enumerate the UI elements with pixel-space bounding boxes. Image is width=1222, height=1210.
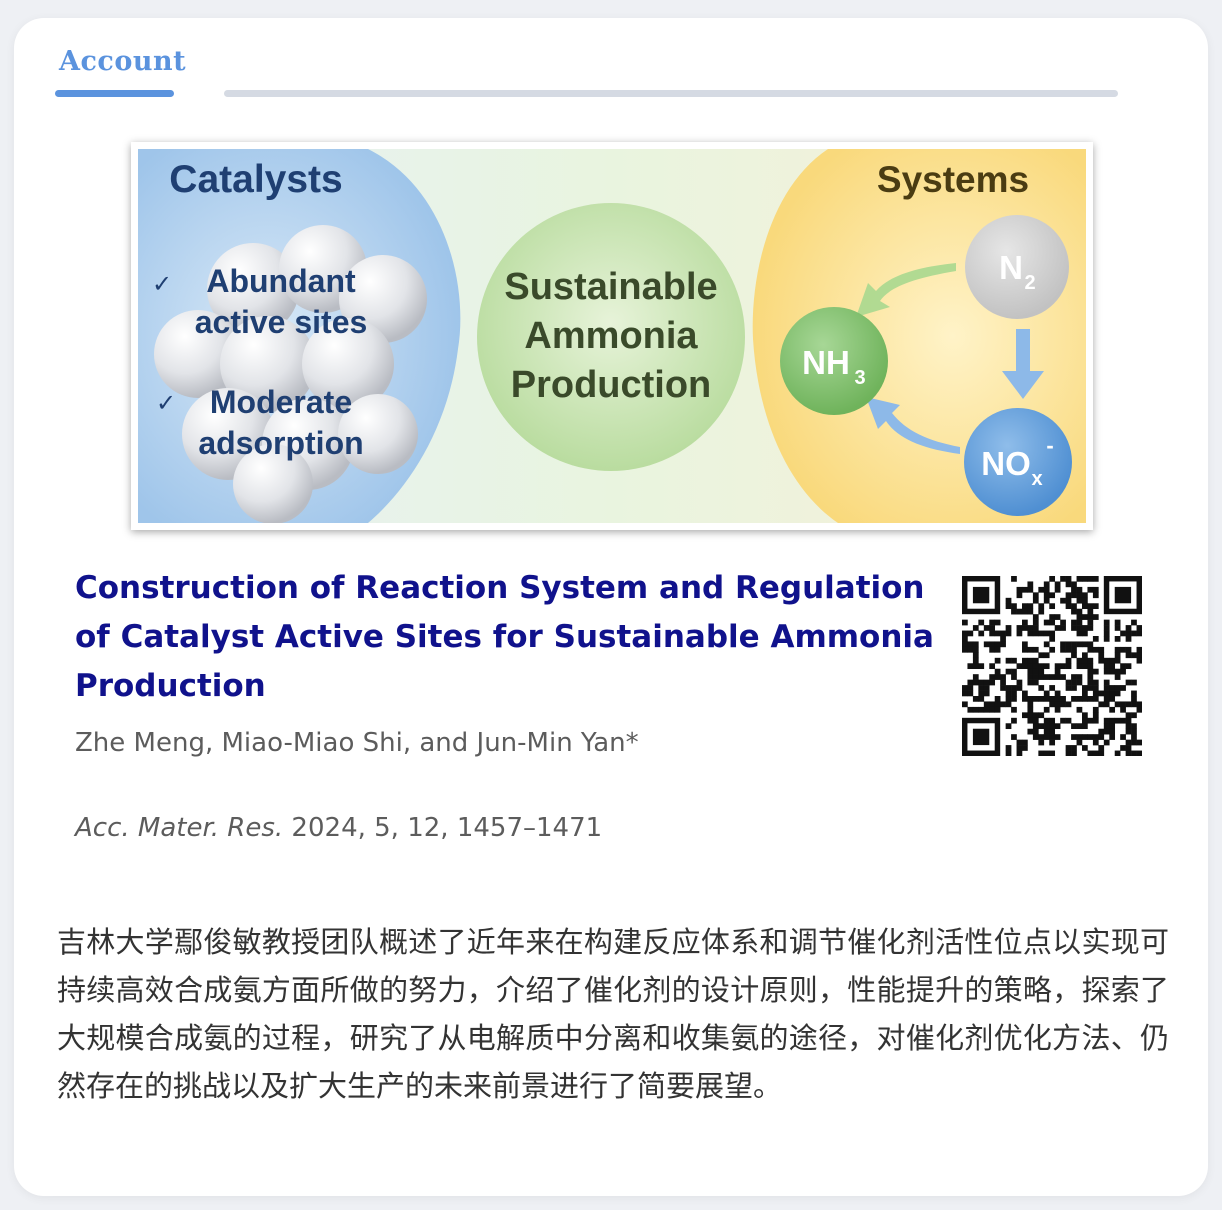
toc-graphic-svg: Catalysts ✓ Abundant active sites ✓ Mode…	[138, 149, 1086, 523]
nox-label: NO	[981, 445, 1031, 482]
n2-subscript: 2	[1024, 272, 1035, 294]
catalysts-heading: Catalysts	[169, 158, 342, 201]
nox-superscript: -	[1046, 433, 1053, 458]
section-tab-account[interactable]: Account	[59, 46, 186, 77]
journal-name: Acc. Mater. Res.	[75, 813, 284, 843]
article-authors: Zhe Meng, Miao-Miao Shi, and Jun-Min Yan…	[75, 728, 639, 758]
center-line-2: Ammonia	[524, 315, 698, 357]
nox-subscript: x	[1031, 468, 1042, 490]
bullet-2-line-2: adsorption	[198, 425, 363, 461]
abstract-text: 吉林大学鄢俊敏教授团队概述了近年来在构建反应体系和调节催化剂活性位点以实现可持续…	[57, 925, 1169, 1103]
tab-divider	[224, 90, 1118, 97]
toc-graphic: Catalysts ✓ Abundant active sites ✓ Mode…	[131, 142, 1093, 530]
citation-details: 2024, 5, 12, 1457–1471	[283, 813, 603, 843]
center-line-1: Sustainable	[504, 266, 717, 308]
nh3-label: NH	[802, 344, 850, 381]
article-citation: Acc. Mater. Res. 2024, 5, 12, 1457–1471	[75, 813, 602, 843]
check-icon: ✓	[156, 389, 176, 417]
center-line-3: Production	[511, 364, 712, 406]
article-title[interactable]: Construction of Reaction System and Regu…	[75, 564, 935, 711]
bullet-1-line-2: active sites	[195, 304, 368, 340]
bullet-1-line-1: Abundant	[206, 263, 356, 299]
check-icon: ✓	[152, 270, 172, 298]
bullet-2-line-1: Moderate	[210, 384, 352, 420]
active-tab-indicator	[55, 90, 174, 97]
systems-heading: Systems	[877, 159, 1029, 200]
qr-code-icon[interactable]	[962, 576, 1142, 756]
n2-label: N	[999, 249, 1023, 286]
article-card: Account Catalysts ✓ Abundant active site…	[14, 18, 1208, 1196]
nh3-subscript: 3	[854, 367, 865, 389]
